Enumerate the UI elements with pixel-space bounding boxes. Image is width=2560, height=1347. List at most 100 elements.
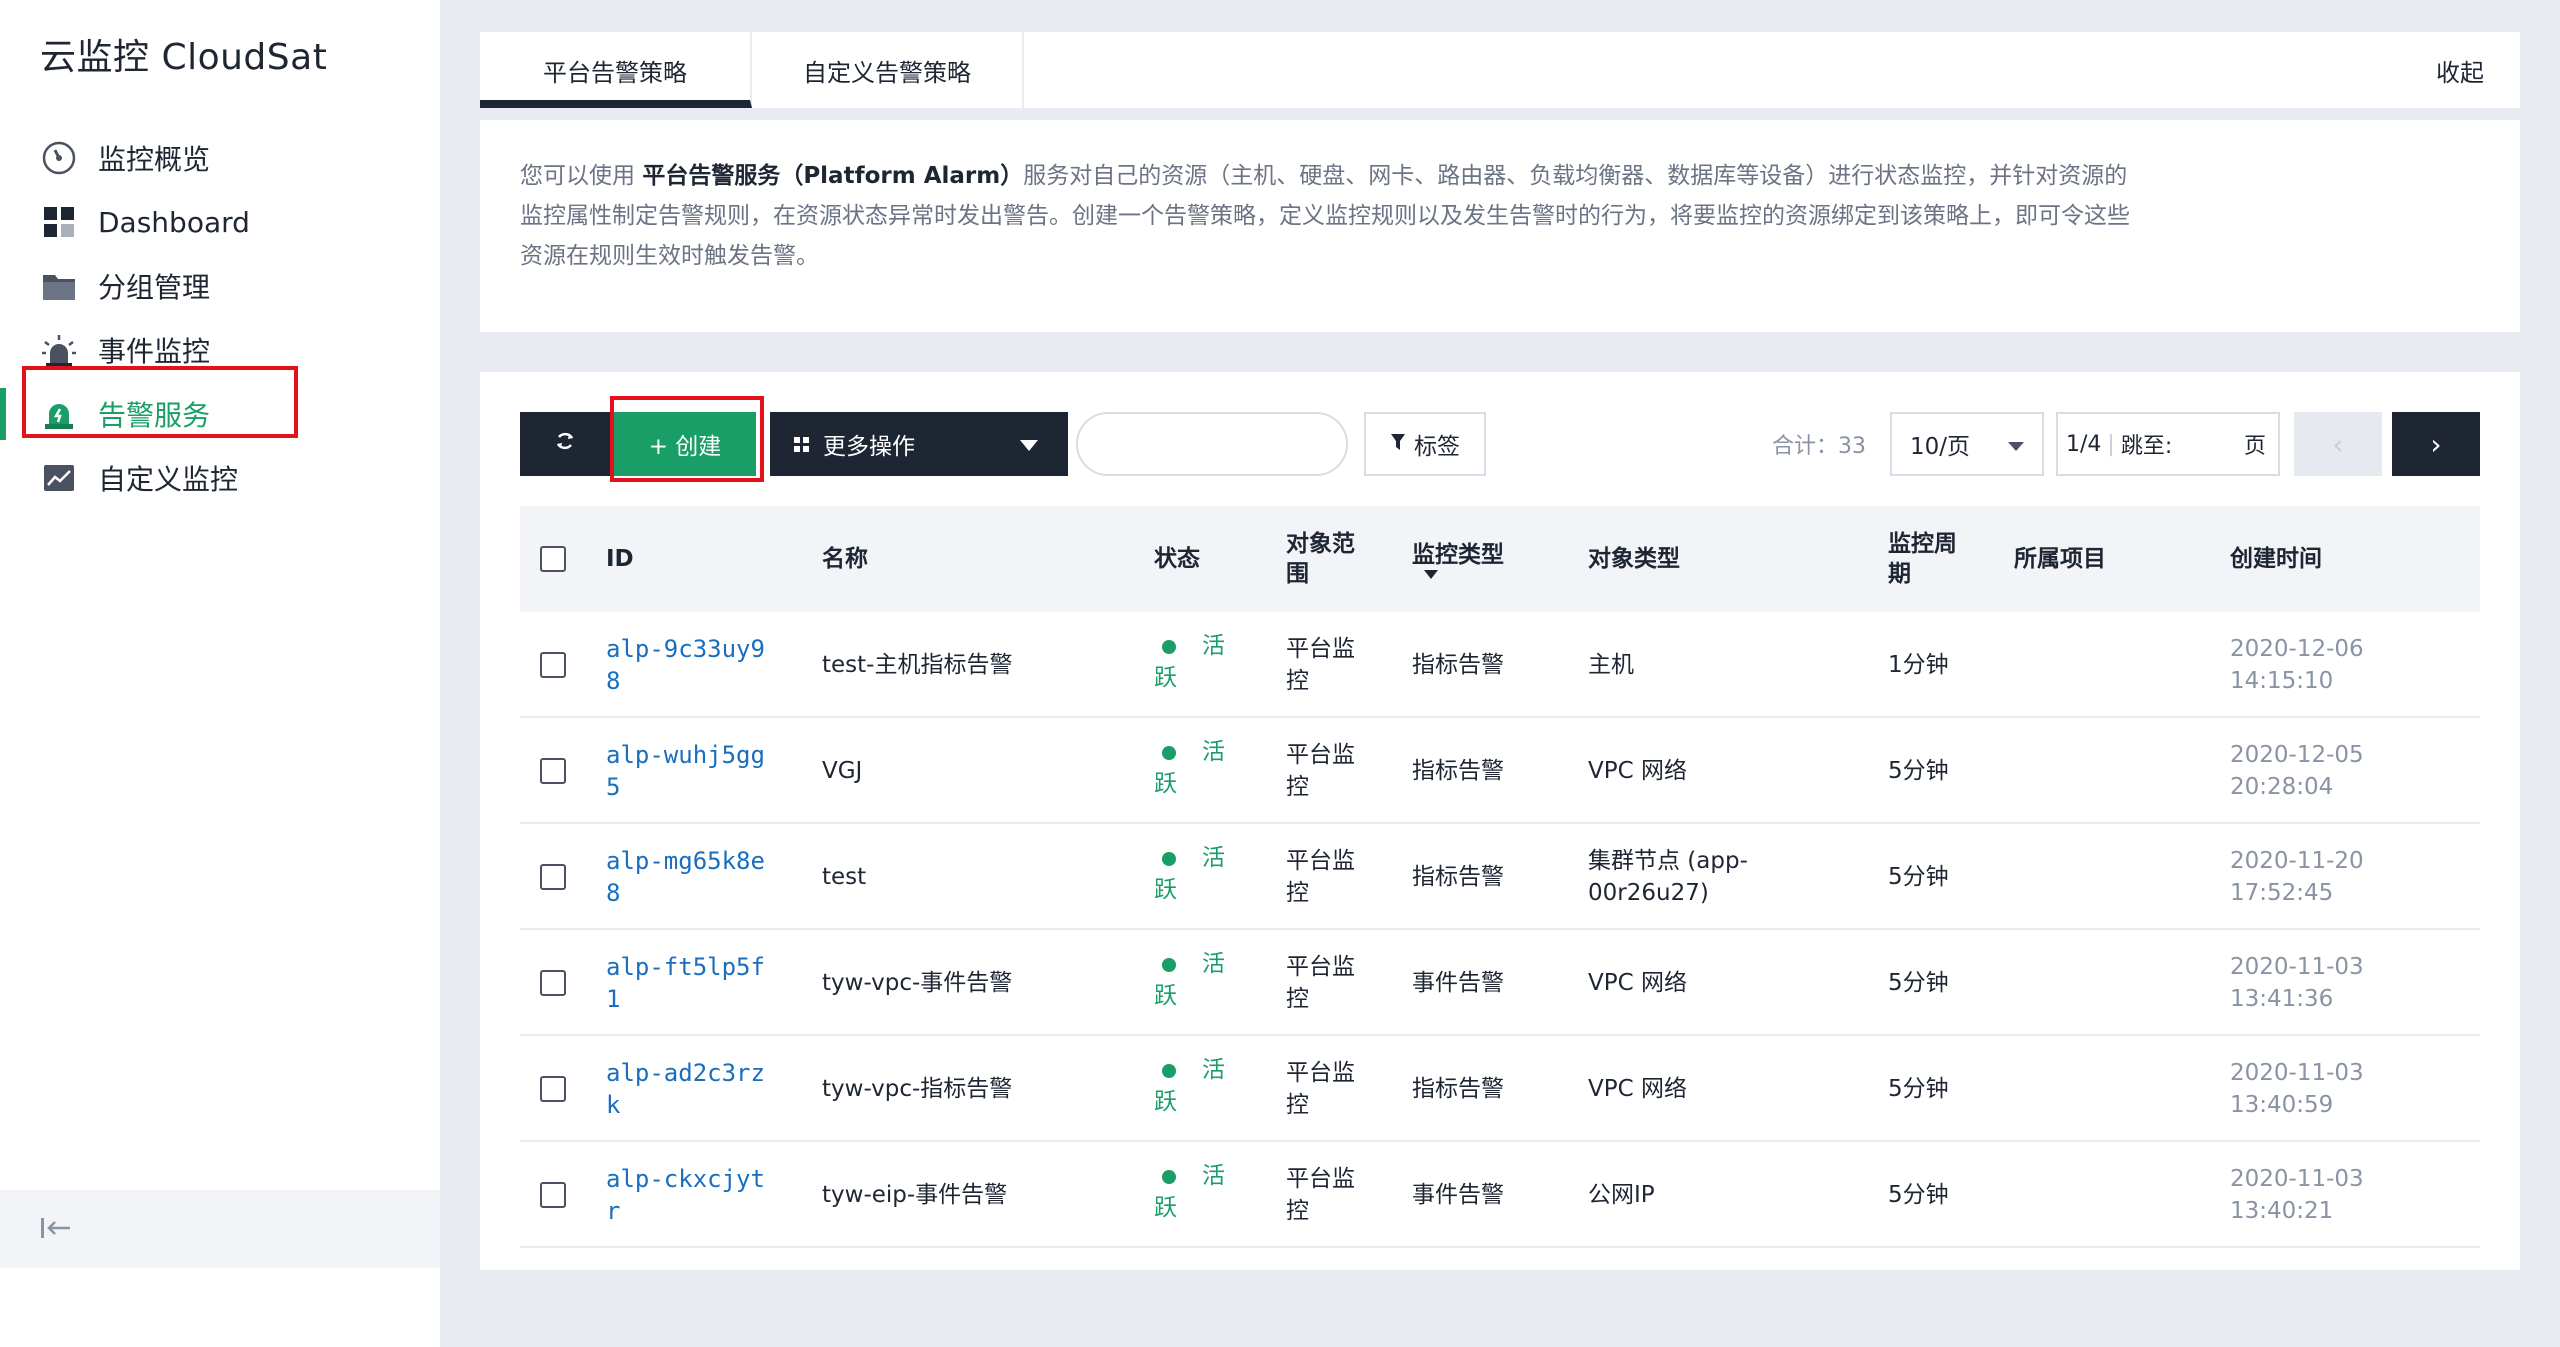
dashboard-icon bbox=[40, 203, 78, 241]
row-checkbox[interactable] bbox=[540, 652, 566, 678]
sidebar-item-overview[interactable]: 监控概览 bbox=[0, 126, 440, 190]
policy-name: test bbox=[822, 864, 867, 890]
object-scope: 平台监控 bbox=[1286, 742, 1355, 800]
created-time: 2020-11-03 13:40:59 bbox=[2230, 1060, 2364, 1118]
status-badge: 活跃 bbox=[1154, 1142, 1238, 1248]
col-project: 所属项目 bbox=[2014, 546, 2106, 572]
monitor-period: 1分钟 bbox=[1888, 652, 1949, 678]
object-scope: 平台监控 bbox=[1286, 954, 1355, 1012]
page-jump[interactable]: 1/4 | 跳至: 页 bbox=[2056, 412, 2280, 476]
row-checkbox[interactable] bbox=[540, 864, 566, 890]
monitor-type: 指标告警 bbox=[1412, 758, 1504, 784]
refresh-icon bbox=[553, 429, 577, 460]
status-badge: 活跃 bbox=[1154, 718, 1238, 824]
policy-id-link[interactable]: alp-ckxcjytr bbox=[606, 1142, 776, 1248]
grid-dots-icon bbox=[794, 436, 809, 452]
object-scope: 平台监控 bbox=[1286, 1166, 1355, 1224]
policy-name: VGJ bbox=[822, 758, 863, 784]
object-scope: 平台监控 bbox=[1286, 1060, 1355, 1118]
policy-id-link[interactable]: alp-ad2c3rzk bbox=[606, 1036, 776, 1142]
col-name: 名称 bbox=[822, 546, 868, 572]
policy-id-link[interactable]: alp-mg65k8e8 bbox=[606, 824, 776, 930]
policy-table: ID 名称 状态 对象范围 监控类型 对象类型 监控周期 所属项目 创建时间 a… bbox=[520, 506, 2480, 1248]
refresh-button[interactable] bbox=[520, 412, 610, 476]
policy-name: tyw-eip-事件告警 bbox=[822, 1182, 1008, 1208]
sidebar-item-label: 自定义监控 bbox=[98, 463, 239, 496]
description-prefix: 您可以使用 bbox=[520, 163, 643, 189]
next-page-button[interactable]: › bbox=[2392, 412, 2480, 476]
monitor-type: 指标告警 bbox=[1412, 1076, 1504, 1102]
toolbar: + 创建 更多操作 标签 合计：33 10/页 1/4 | 跳至: 页 ‹ › bbox=[520, 396, 2480, 482]
monitor-period: 5分钟 bbox=[1888, 1182, 1949, 1208]
caret-down-icon bbox=[2008, 442, 2024, 451]
create-button[interactable]: + 创建 bbox=[614, 412, 756, 476]
status-dot-icon bbox=[1162, 745, 1176, 760]
page-size-value: 10/页 bbox=[1910, 434, 1971, 460]
policy-name: tyw-vpc-指标告警 bbox=[822, 1076, 1013, 1102]
sidebar-item-label: 监控概览 bbox=[98, 143, 211, 176]
search-input[interactable] bbox=[1076, 412, 1348, 476]
policy-id-link[interactable]: alp-ft5lp5f1 bbox=[606, 930, 776, 1036]
policy-id-link[interactable]: alp-9c33uy98 bbox=[606, 612, 776, 718]
tag-filter-button[interactable]: 标签 bbox=[1364, 412, 1486, 476]
object-type: 主机 bbox=[1588, 652, 1634, 678]
col-monitor-type[interactable]: 监控类型 bbox=[1412, 506, 1504, 612]
gauge-icon bbox=[40, 139, 78, 177]
status-badge: 活跃 bbox=[1154, 1036, 1238, 1142]
policy-id-link[interactable]: alp-wuhj5gg5 bbox=[606, 718, 776, 824]
table-row[interactable]: alp-9c33uy98 test-主机指标告警 活跃 平台监控 指标告警 主机… bbox=[520, 612, 2480, 718]
tab-bar: 平台告警策略 自定义告警策略 收起 bbox=[480, 32, 2520, 108]
table-row[interactable]: alp-ckxcjytr tyw-eip-事件告警 活跃 平台监控 事件告警 公… bbox=[520, 1142, 2480, 1248]
sidebar: 云监控 CloudSat 监控概览 Dashboard 分组管理 事件监控 告警… bbox=[0, 0, 440, 1347]
page-size-select[interactable]: 10/页 bbox=[1890, 412, 2044, 476]
collapse-link[interactable]: 收起 bbox=[2400, 32, 2520, 108]
table-row[interactable]: alp-mg65k8e8 test 活跃 平台监控 指标告警 集群节点 (app… bbox=[520, 824, 2480, 930]
monitor-type: 指标告警 bbox=[1412, 864, 1504, 890]
page-info: 1/4 bbox=[2066, 431, 2102, 457]
table-row[interactable]: alp-ad2c3rzk tyw-vpc-指标告警 活跃 平台监控 指标告警 V… bbox=[520, 1036, 2480, 1142]
object-scope: 平台监控 bbox=[1286, 848, 1355, 906]
row-checkbox[interactable] bbox=[540, 758, 566, 784]
select-all-checkbox[interactable] bbox=[540, 546, 566, 572]
sidebar-item-label: 分组管理 bbox=[98, 271, 211, 304]
jump-label: 跳至: bbox=[2120, 434, 2173, 459]
filter-icon bbox=[1390, 431, 1406, 457]
object-type: 集群节点 (app-00r26u27) bbox=[1588, 848, 1748, 906]
object-type: VPC 网络 bbox=[1588, 1076, 1687, 1102]
highlight-box bbox=[22, 366, 298, 438]
sidebar-item-label: 事件监控 bbox=[98, 335, 211, 368]
more-actions-dropdown[interactable]: 更多操作 bbox=[770, 412, 1068, 476]
object-type: VPC 网络 bbox=[1588, 970, 1687, 996]
alarm-light-icon bbox=[40, 331, 78, 369]
sidebar-collapse-button[interactable] bbox=[0, 1190, 440, 1268]
row-checkbox[interactable] bbox=[540, 1076, 566, 1102]
tab-spacer bbox=[1024, 32, 2400, 108]
table-row[interactable]: alp-wuhj5gg5 VGJ 活跃 平台监控 指标告警 VPC 网络 5分钟… bbox=[520, 718, 2480, 824]
created-time: 2020-12-05 20:28:04 bbox=[2230, 742, 2364, 800]
status-dot-icon bbox=[1162, 851, 1176, 866]
status-badge: 活跃 bbox=[1154, 612, 1238, 718]
tab-platform-alarm-policy[interactable]: 平台告警策略 bbox=[480, 32, 752, 108]
col-id: ID bbox=[606, 546, 634, 572]
sidebar-item-dashboard[interactable]: Dashboard bbox=[0, 190, 440, 254]
monitor-period: 5分钟 bbox=[1888, 864, 1949, 890]
created-time: 2020-11-03 13:41:36 bbox=[2230, 954, 2364, 1012]
row-checkbox[interactable] bbox=[540, 1182, 566, 1208]
prev-page-button[interactable]: ‹ bbox=[2294, 412, 2382, 476]
status-dot-icon bbox=[1162, 1063, 1176, 1078]
tab-custom-alarm-policy[interactable]: 自定义告警策略 bbox=[752, 32, 1024, 108]
sidebar-item-custom-monitor[interactable]: 自定义监控 bbox=[0, 446, 440, 510]
table-row[interactable]: alp-ft5lp5f1 tyw-vpc-事件告警 活跃 平台监控 事件告警 V… bbox=[520, 930, 2480, 1036]
total-count: 合计：33 bbox=[1772, 434, 1866, 459]
trend-chart-icon bbox=[40, 459, 78, 497]
row-checkbox[interactable] bbox=[540, 970, 566, 996]
sidebar-item-groups[interactable]: 分组管理 bbox=[0, 254, 440, 318]
page-unit: 页 bbox=[2243, 434, 2266, 459]
app-title: 云监控 CloudSat bbox=[40, 37, 328, 78]
status-badge: 活跃 bbox=[1154, 930, 1238, 1036]
col-monitor-type-label: 监控类型 bbox=[1412, 541, 1504, 568]
col-status: 状态 bbox=[1154, 546, 1200, 572]
collapse-left-icon bbox=[40, 1212, 72, 1247]
policy-list-panel: + 创建 更多操作 标签 合计：33 10/页 1/4 | 跳至: 页 ‹ › bbox=[480, 372, 2520, 1270]
monitor-type: 事件告警 bbox=[1412, 970, 1504, 996]
